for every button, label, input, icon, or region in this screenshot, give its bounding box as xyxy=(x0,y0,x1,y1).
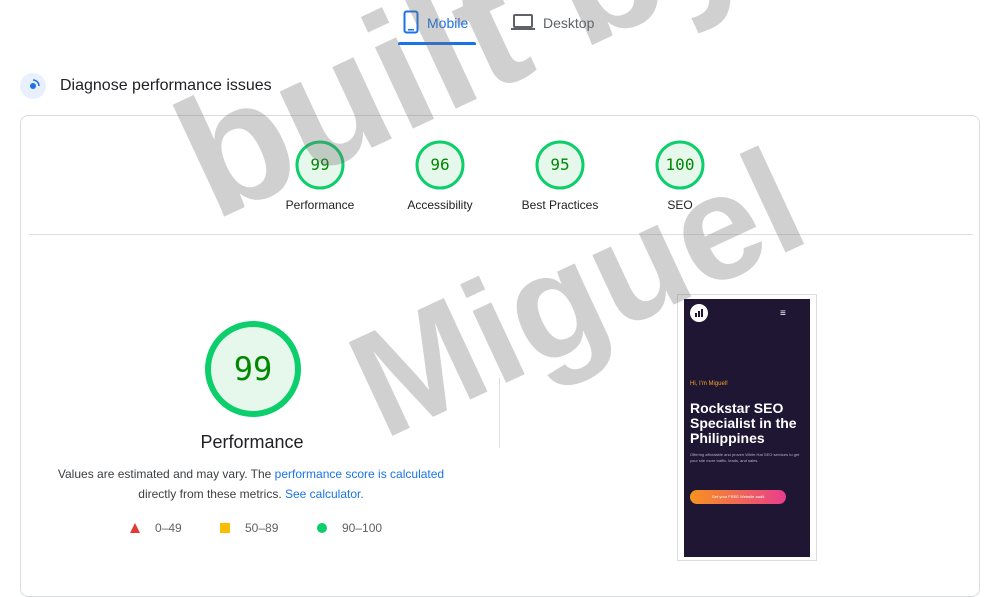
tab-mobile[interactable]: Mobile xyxy=(403,8,468,38)
legend-average: 50–89 xyxy=(219,521,278,535)
score-gauge-best-practices[interactable]: 95 Best Practices xyxy=(495,140,625,212)
square-icon xyxy=(220,523,230,533)
gauge-label: Accessibility xyxy=(407,198,473,212)
gauge-ring: 95 xyxy=(535,140,585,190)
gauge-value: 100 xyxy=(666,155,695,174)
note-text-1: Values are estimated and may vary. The xyxy=(57,467,275,481)
site-logo-icon xyxy=(690,304,708,322)
legend-range: 50–89 xyxy=(245,521,279,535)
tab-mobile-label: Mobile xyxy=(427,15,469,31)
note-text-2: directly from these metrics. xyxy=(138,487,285,501)
device-tabs: Mobile Desktop xyxy=(0,0,989,46)
main-score-value: 99 xyxy=(234,350,273,388)
report-card: 99 Performance 96 Accessibility 95 Best … xyxy=(20,115,980,597)
circle-icon xyxy=(317,523,327,533)
triangle-icon xyxy=(130,523,140,533)
score-gauge-accessibility[interactable]: 96 Accessibility xyxy=(375,140,505,212)
gauge-value: 96 xyxy=(430,155,449,174)
gauge-label: Performance xyxy=(285,198,355,212)
screenshot-subtext: Offering affordable and proven White Hat… xyxy=(690,452,800,463)
vertical-separator xyxy=(499,378,500,448)
screenshot-content: ≡ Hi, I'm Miguel! Rockstar SEO Specialis… xyxy=(684,299,810,557)
gauge-ring: 99 xyxy=(295,140,345,190)
legend-pass: 90–100 xyxy=(316,521,382,535)
see-calculator-link[interactable]: See calculator. xyxy=(285,487,364,501)
tab-desktop-label: Desktop xyxy=(543,15,595,31)
score-note: Values are estimated and may vary. The p… xyxy=(51,464,451,504)
section-header: Diagnose performance issues xyxy=(20,73,272,99)
legend-fail: 0–49 xyxy=(129,521,182,535)
gauge-ring: 100 xyxy=(655,140,705,190)
score-gauge-seo[interactable]: 100 SEO xyxy=(615,140,745,212)
performance-main-gauge: 99 xyxy=(205,321,301,417)
screenshot-headline: Rockstar SEO Specialist in the Philippin… xyxy=(690,400,797,446)
section-title: Diagnose performance issues xyxy=(60,77,272,94)
gauge-label: Best Practices xyxy=(521,198,599,212)
active-tab-indicator xyxy=(398,42,476,45)
tab-desktop[interactable]: Desktop xyxy=(511,8,594,38)
laptop-icon xyxy=(511,13,535,34)
page-screenshot: ≡ Hi, I'm Miguel! Rockstar SEO Specialis… xyxy=(677,294,817,561)
screenshot-cta-button: Get your FREE Website audit xyxy=(690,490,786,504)
gauge-value: 95 xyxy=(550,155,569,174)
diagnose-icon xyxy=(20,73,46,99)
legend-range: 0–49 xyxy=(155,521,182,535)
gauge-ring: 96 xyxy=(415,140,465,190)
gauge-label: SEO xyxy=(667,198,693,212)
score-calculated-link[interactable]: performance score is calculated xyxy=(275,467,444,481)
hamburger-menu-icon: ≡ xyxy=(780,308,786,319)
score-gauge-performance[interactable]: 99 Performance xyxy=(255,140,385,212)
gauge-value: 99 xyxy=(310,155,329,174)
divider xyxy=(29,234,973,235)
legend-range: 90–100 xyxy=(342,521,383,535)
screenshot-greeting: Hi, I'm Miguel! xyxy=(690,381,728,387)
main-score-label: Performance xyxy=(200,432,304,452)
smartphone-icon xyxy=(403,10,419,37)
